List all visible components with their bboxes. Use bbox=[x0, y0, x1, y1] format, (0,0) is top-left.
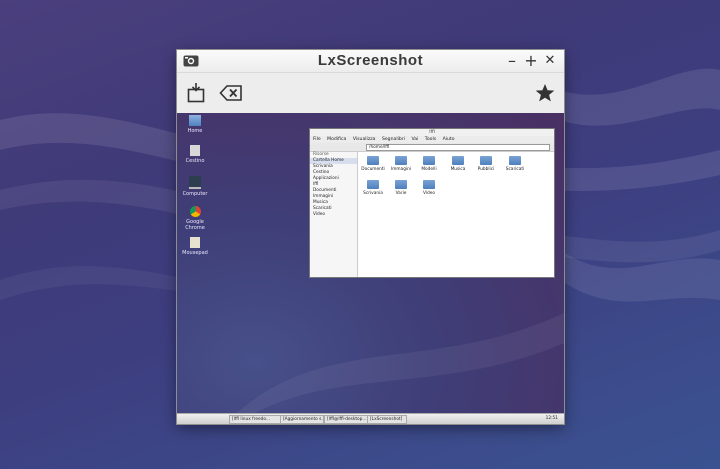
folder-label: Scaricati bbox=[505, 167, 525, 172]
desktop-icon-label: Home bbox=[187, 128, 203, 134]
computer-icon bbox=[189, 176, 201, 189]
folder-icon bbox=[509, 156, 521, 165]
lxscreenshot-window: LxScreenshot – + ✕ Home Cestino Computer… bbox=[177, 50, 564, 424]
desktop-icon-chrome[interactable]: Google Chrome bbox=[177, 206, 213, 231]
desktop-icon-label: Google Chrome bbox=[185, 219, 205, 231]
file-manager-window: lffl File Modifica Visualizza Segnalibri… bbox=[310, 129, 554, 277]
folder-label: Varie bbox=[395, 191, 407, 196]
folder-icon bbox=[480, 156, 492, 165]
desktop-icon-label: Computer bbox=[182, 191, 208, 197]
fm-address-bar[interactable]: /home/lffl bbox=[366, 144, 550, 151]
folder-item[interactable]: Varie bbox=[387, 180, 415, 196]
folder-item[interactable]: Modelli bbox=[415, 156, 443, 172]
fm-sidebar-item[interactable]: Video bbox=[310, 212, 357, 218]
desktop-icon-label: Mousepad bbox=[182, 250, 208, 256]
folder-icon bbox=[367, 180, 379, 189]
desktop-icon-mousepad[interactable]: Mousepad bbox=[177, 237, 213, 256]
save-screenshot-icon[interactable] bbox=[186, 82, 208, 104]
title-bar[interactable]: LxScreenshot – + ✕ bbox=[177, 50, 564, 73]
fm-menu-tools[interactable]: Tools bbox=[425, 137, 436, 142]
fm-menu-go[interactable]: Vai bbox=[411, 137, 418, 142]
toolbar bbox=[177, 73, 564, 114]
folder-label: Video bbox=[422, 191, 436, 196]
folder-item[interactable]: Scrivania bbox=[359, 180, 387, 196]
folder-icon bbox=[452, 156, 464, 165]
chrome-icon bbox=[189, 206, 201, 217]
folder-icon bbox=[395, 180, 407, 189]
folder-label: Immagini bbox=[390, 167, 412, 172]
taskbar-task[interactable]: [Aggiornamento s... bbox=[280, 415, 324, 424]
folder-label: Documenti bbox=[361, 167, 385, 172]
taskbar-task[interactable]: [LxScreenshot] bbox=[367, 415, 407, 424]
fm-menu-help[interactable]: Aiuto bbox=[443, 137, 455, 142]
folder-item[interactable]: Pubblici bbox=[472, 156, 500, 172]
desktop-icon-trash[interactable]: Cestino bbox=[177, 145, 213, 164]
folder-item[interactable]: Documenti bbox=[359, 156, 387, 172]
fm-menu-file[interactable]: File bbox=[313, 137, 321, 142]
folder-icon bbox=[367, 156, 379, 165]
star-icon[interactable] bbox=[534, 82, 556, 104]
fm-menu-edit[interactable]: Modifica bbox=[327, 137, 346, 142]
desktop-icon-label: Cestino bbox=[185, 158, 205, 164]
folder-icon bbox=[423, 180, 435, 189]
fm-menu-view[interactable]: Visualizza bbox=[353, 137, 376, 142]
folder-icon bbox=[423, 156, 435, 165]
minimize-button[interactable]: – bbox=[503, 51, 521, 71]
fm-title-bar[interactable]: lffl bbox=[310, 129, 554, 136]
folder-label: Pubblici bbox=[477, 167, 495, 172]
desktop-icon-computer[interactable]: Computer bbox=[177, 176, 213, 197]
folder-item[interactable]: Video bbox=[415, 180, 443, 196]
folder-item[interactable]: Musica bbox=[444, 156, 472, 172]
clear-icon[interactable] bbox=[219, 82, 243, 104]
screenshot-preview: Home Cestino Computer Google Chrome Mous… bbox=[177, 113, 564, 424]
desktop-icon-home[interactable]: Home bbox=[177, 115, 213, 134]
folder-icon bbox=[395, 156, 407, 165]
folder-item[interactable]: Scaricati bbox=[501, 156, 529, 172]
fm-nav-bar: /home/lffl bbox=[310, 143, 554, 152]
fm-menu-bookmarks[interactable]: Segnalibri bbox=[382, 137, 405, 142]
fm-title: lffl bbox=[429, 130, 435, 135]
folder-label: Scrivania bbox=[363, 191, 383, 196]
fm-file-view: Documenti Immagini Modelli Musica Pubbli… bbox=[358, 152, 554, 277]
fm-sidebar: Risorse Cartella Home Scrivania Cestino … bbox=[310, 152, 358, 277]
fm-menu-bar: File Modifica Visualizza Segnalibri Vai … bbox=[310, 136, 554, 143]
folder-item[interactable]: Immagini bbox=[387, 156, 415, 172]
taskbar-task[interactable]: [lffl linux freedo... bbox=[229, 415, 281, 424]
folder-icon bbox=[189, 115, 201, 126]
trash-icon bbox=[190, 145, 200, 156]
maximize-button[interactable]: + bbox=[522, 51, 540, 71]
close-button[interactable]: ✕ bbox=[541, 51, 559, 71]
taskbar-clock: 12:51 bbox=[545, 416, 558, 421]
notepad-icon bbox=[190, 237, 200, 248]
taskbar-task[interactable]: [lffl@lffl-desktop... bbox=[324, 415, 368, 424]
preview-taskbar: [lffl linux freedo... [Aggiornamento s..… bbox=[177, 413, 564, 424]
folder-label: Musica bbox=[450, 167, 466, 172]
folder-label: Modelli bbox=[421, 167, 437, 172]
